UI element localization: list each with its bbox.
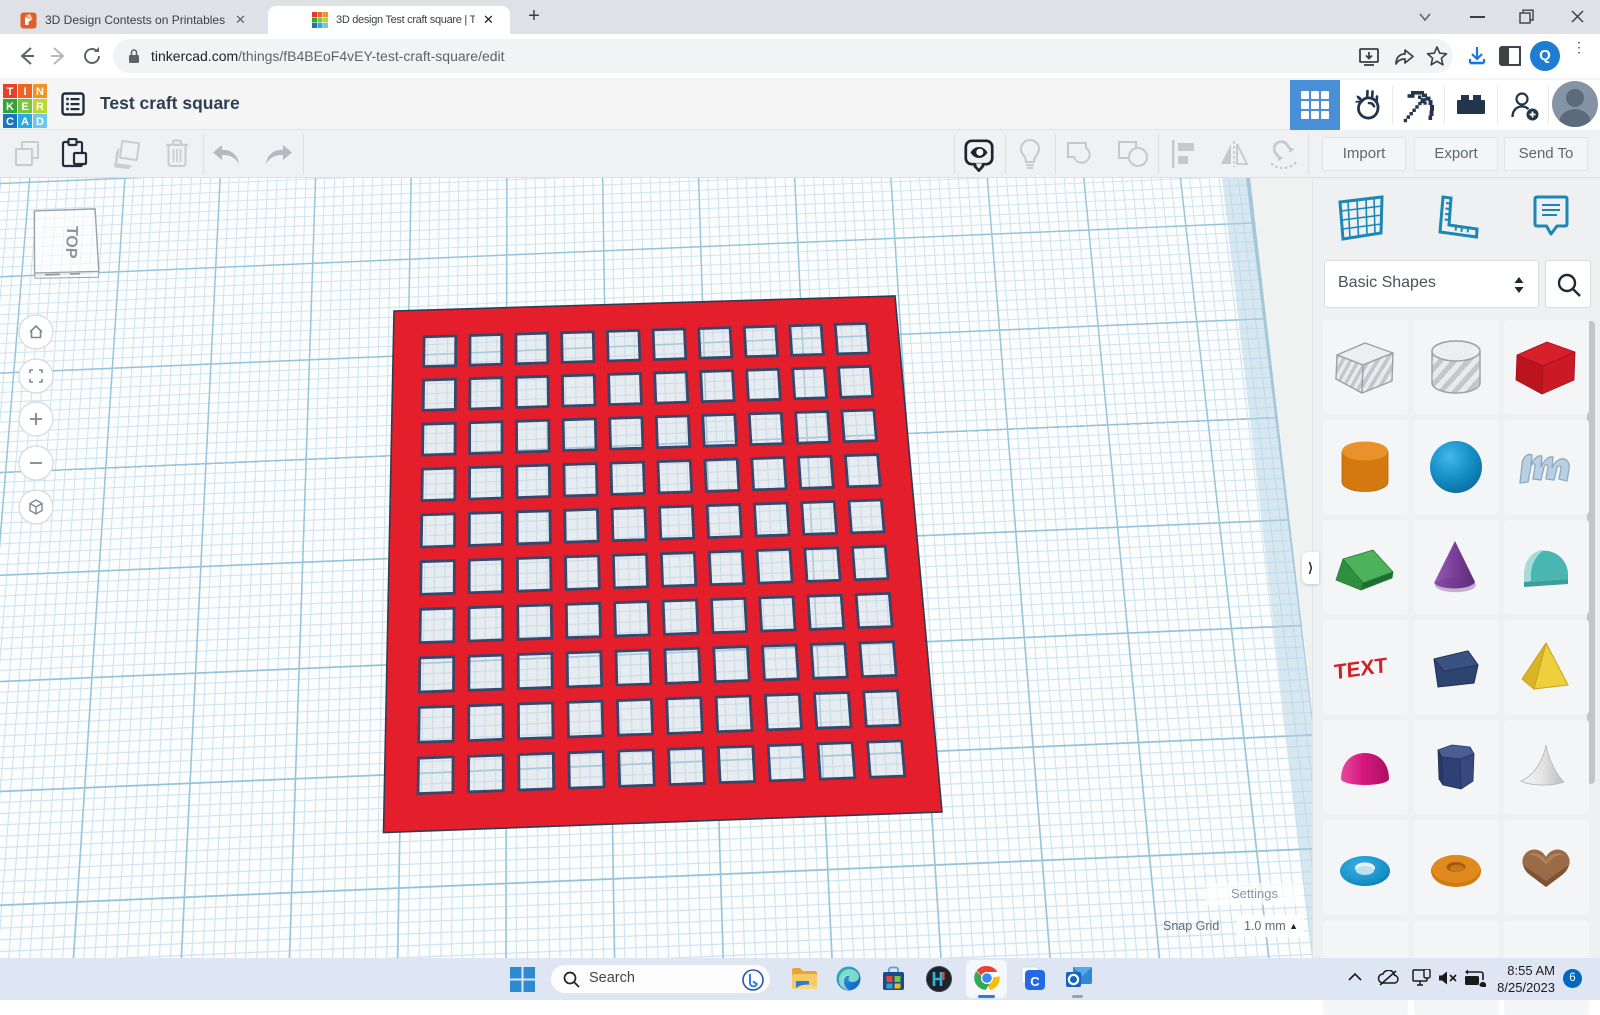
svg-text:TEXT: TEXT	[1334, 654, 1388, 685]
svg-text:R: R	[36, 101, 44, 113]
svg-text:C: C	[1030, 974, 1040, 989]
svg-text:A: A	[21, 116, 29, 128]
svg-text:I: I	[23, 86, 26, 98]
svg-text:N: N	[36, 86, 44, 98]
svg-text:D: D	[36, 116, 44, 128]
svg-text:T: T	[7, 86, 14, 98]
svg-text:C: C	[6, 116, 14, 128]
svg-text:K: K	[6, 101, 14, 113]
svg-text:E: E	[21, 101, 28, 113]
svg-text:TOP: TOP	[62, 226, 80, 260]
